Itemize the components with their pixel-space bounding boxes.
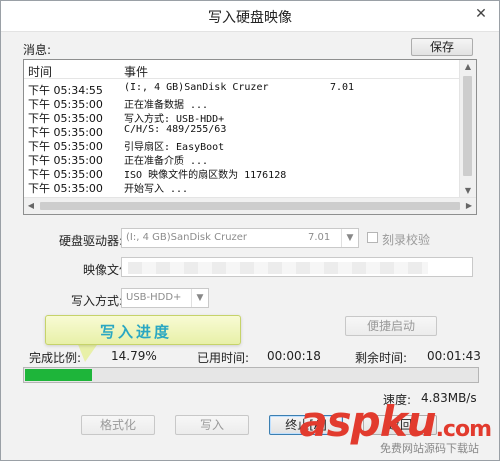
watermark-tld: .com xyxy=(435,417,492,442)
log-time: 下午 05:35:00 xyxy=(28,182,103,195)
log-event: 引导扇区: EasyBoot xyxy=(124,142,225,153)
quick-boot-button[interactable]: 便捷启动 xyxy=(345,316,437,336)
chevron-down-icon[interactable]: ▼ xyxy=(341,229,358,247)
log-event: ISO 映像文件的扇区数为 1176128 xyxy=(124,170,287,181)
verify-label: 刻录校验 xyxy=(382,233,431,247)
callout-text: 写入进度 xyxy=(100,323,173,341)
elapsed-label: 已用时间: xyxy=(197,351,250,365)
log-row: 下午 05:35:00 引导扇区: EasyBoot xyxy=(24,138,462,153)
log-rows: 下午 05:34:55 (I:, 4 GB)SanDisk Cruzer 7.01 … xyxy=(24,82,462,195)
log-row: 下午 05:35:00 ISO 映像文件的扇区数为 1176128 xyxy=(24,166,462,181)
drive-label: 硬盘驱动器: xyxy=(59,234,124,248)
log-extra: 7.01 xyxy=(330,82,355,93)
log-horizontal-scrollbar[interactable]: ◀ ▶ xyxy=(24,197,476,214)
close-icon[interactable]: ✕ xyxy=(471,4,491,24)
title-bar[interactable]: 写入硬盘映像 ✕ xyxy=(1,1,499,32)
log-vertical-scrollbar[interactable]: ▲ ▼ xyxy=(459,60,476,198)
remaining-value: 00:01:43 xyxy=(427,349,481,363)
log-row: 下午 05:35:00 C/H/S: 489/255/63 xyxy=(24,124,462,139)
log-header: 时间 事件 xyxy=(24,60,462,79)
write-disk-image-window: 写入硬盘映像 ✕ 消息: 保存 时间 事件 下午 05:34:55 (I:, 4 … xyxy=(0,0,500,461)
scroll-thumb[interactable] xyxy=(463,76,472,176)
column-time[interactable]: 时间 xyxy=(28,63,52,80)
progress-callout: 写入进度 xyxy=(45,315,241,345)
progress-fill xyxy=(25,369,92,381)
aspku-watermark: aspku.com xyxy=(299,397,492,446)
column-event[interactable]: 事件 xyxy=(124,63,148,80)
drive-version: 7.01 xyxy=(308,232,331,243)
write-mode-select[interactable]: USB-HDD+ ▼ xyxy=(121,288,209,308)
log-row: 下午 05:35:00 正在准备介质 ... xyxy=(24,152,462,167)
scroll-down-icon[interactable]: ▼ xyxy=(460,184,476,198)
watermark-brand: aspku xyxy=(299,397,436,446)
write-button[interactable]: 写入 xyxy=(175,415,249,435)
message-log[interactable]: 时间 事件 下午 05:34:55 (I:, 4 GB)SanDisk Cruze… xyxy=(23,59,477,215)
write-mode-label: 写入方式: xyxy=(71,294,124,308)
drive-value: (I:, 4 GB)SanDisk Cruzer xyxy=(126,232,248,243)
scroll-up-icon[interactable]: ▲ xyxy=(460,60,476,74)
image-file-path-redacted xyxy=(128,262,428,274)
log-event: (I:, 4 GB)SanDisk Cruzer xyxy=(124,82,269,93)
log-row: 下午 05:35:00 正在准备数据 ... xyxy=(24,96,462,111)
scroll-thumb[interactable] xyxy=(40,202,460,210)
remaining-label: 剩余时间: xyxy=(355,351,408,365)
write-mode-value: USB-HDD+ xyxy=(126,292,182,303)
elapsed-value: 00:00:18 xyxy=(267,349,321,363)
log-row: 下午 05:35:00 开始写入 ... xyxy=(24,180,462,195)
progress-bar xyxy=(23,367,479,383)
verify-checkbox[interactable] xyxy=(367,232,378,243)
log-event: 写入方式: USB-HDD+ xyxy=(124,114,225,125)
log-row: 下午 05:35:00 写入方式: USB-HDD+ xyxy=(24,110,462,125)
log-event: 正在准备介质 ... xyxy=(124,156,209,167)
image-file-field[interactable] xyxy=(121,257,473,277)
log-event: C/H/S: 489/255/63 xyxy=(124,124,227,135)
watermark-subtitle: 免费网站源码下载站 xyxy=(380,442,479,455)
log-event: 正在准备数据 ... xyxy=(124,100,209,111)
scroll-right-icon[interactable]: ▶ xyxy=(462,198,476,214)
window-title: 写入硬盘映像 xyxy=(208,10,292,26)
percent-label: 完成比例: xyxy=(29,351,82,365)
save-button[interactable]: 保存 xyxy=(411,38,473,56)
chevron-down-icon[interactable]: ▼ xyxy=(191,289,208,307)
messages-label: 消息: xyxy=(23,43,52,57)
scroll-left-icon[interactable]: ◀ xyxy=(24,198,38,214)
drive-select[interactable]: (I:, 4 GB)SanDisk Cruzer 7.01 ▼ xyxy=(121,228,359,248)
log-row: 下午 05:34:55 (I:, 4 GB)SanDisk Cruzer 7.01 xyxy=(24,82,462,97)
format-button[interactable]: 格式化 xyxy=(81,415,155,435)
percent-value: 14.79% xyxy=(111,349,157,363)
log-event: 开始写入 ... xyxy=(124,184,189,195)
